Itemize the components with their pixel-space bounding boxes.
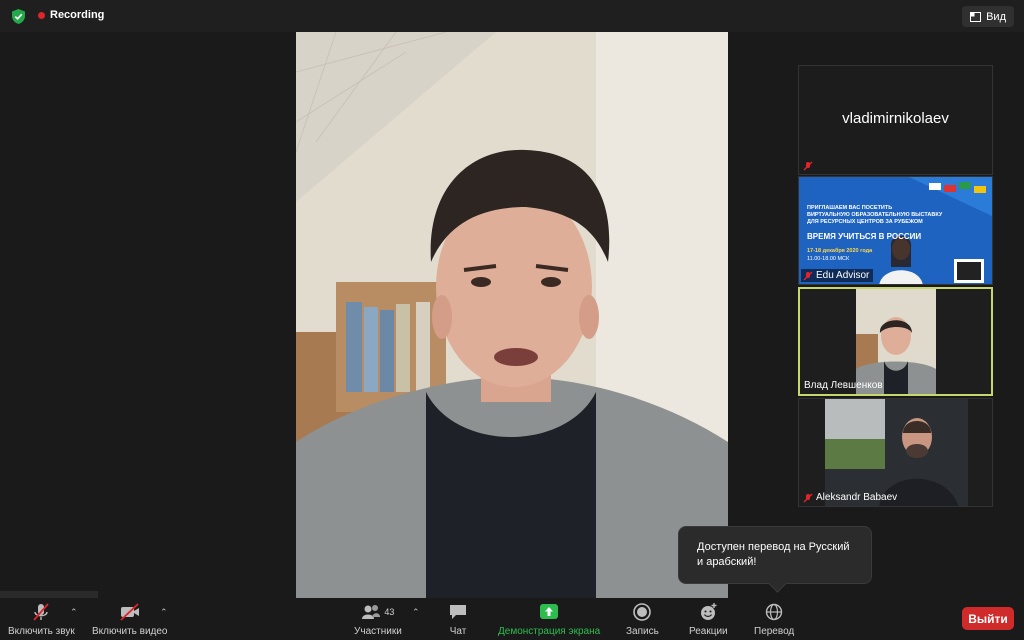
globe-icon <box>765 603 783 621</box>
participants-button[interactable]: 43 Участники <box>354 602 402 637</box>
share-screen-icon <box>540 604 559 619</box>
translation-notification-popup: Доступен перевод на Русский и арабский! <box>678 526 872 584</box>
participant-label: Влад Левшенков <box>802 379 887 392</box>
banner-headline: ВРЕМЯ УЧИТЬСЯ В РОССИИ <box>807 232 922 241</box>
muted-mic-icon <box>803 271 813 280</box>
view-label: Вид <box>986 10 1006 23</box>
banner-text: ПРИГЛАШАЕМ ВАС ПОСЕТИТЬ ВИРТУАЛЬНУЮ ОБРА… <box>807 205 947 226</box>
speaker-video-frame <box>296 32 728 598</box>
banner-line: ДЛЯ РЕСУРСНЫХ ЦЕНТРОВ ЗА РУБЕЖОМ <box>807 219 923 225</box>
zoom-meeting-window: Recording Вид vladimirnikolaev ПРИГЛАШАЕ… <box>0 0 1024 640</box>
participants-options-caret-icon[interactable]: ⌃ <box>412 607 420 618</box>
meeting-toolbar: Включить звук ⌃ Включить видео ⌃ 43 Учас… <box>0 598 1024 640</box>
record-icon <box>633 603 652 621</box>
reactions-label: Реакции <box>689 626 728 637</box>
unmute-button[interactable]: Включить звук <box>8 602 75 637</box>
participant-name: vladimirnikolaev <box>842 110 949 127</box>
banner-hours: 11.00-18.00 МСК <box>807 256 850 262</box>
participant-tile-active-speaker[interactable]: Влад Левшенков <box>798 287 993 396</box>
participant-label: Edu Advisor <box>801 269 874 282</box>
popup-text: Доступен перевод на Русский и арабский! <box>697 541 850 568</box>
muted-microphone-icon <box>33 603 50 621</box>
muted-mic-icon <box>803 161 813 171</box>
chat-button[interactable]: Чат <box>448 602 468 637</box>
main-speaker-video <box>296 32 728 598</box>
top-bar: Recording Вид <box>0 0 1024 32</box>
banner-line: ПРИГЛАШАЕМ ВАС ПОСЕТИТЬ <box>807 205 893 211</box>
recording-indicator[interactable]: Recording <box>38 9 104 21</box>
recording-label: Recording <box>50 9 105 21</box>
participant-tile[interactable]: ПРИГЛАШАЕМ ВАС ПОСЕТИТЬ ВИРТУАЛЬНУЮ ОБРА… <box>798 176 993 285</box>
chat-label: Чат <box>449 626 467 637</box>
participants-label: Участники <box>354 626 402 637</box>
participant-tile[interactable]: vladimirnikolaev <box>798 65 993 175</box>
unmute-label: Включить звук <box>8 626 75 637</box>
video-options-caret-icon[interactable]: ⌃ <box>160 607 168 618</box>
participant-name: Влад Левшенков <box>804 380 883 391</box>
participant-status <box>801 160 817 172</box>
participants-icon <box>362 605 381 619</box>
participants-count: 43 <box>384 607 395 617</box>
share-screen-button[interactable]: Демонстрация экрана <box>498 602 600 637</box>
participant-name: Edu Advisor <box>816 270 870 281</box>
start-video-button[interactable]: Включить видео <box>92 602 168 637</box>
audio-options-caret-icon[interactable]: ⌃ <box>70 607 78 618</box>
self-view-strip[interactable] <box>0 591 98 598</box>
record-label: Запись <box>626 626 659 637</box>
start-video-label: Включить видео <box>92 626 168 637</box>
recording-dot-icon <box>38 11 45 19</box>
banner-dates: 17-18 декабря 2020 года <box>807 248 873 254</box>
participant-label: Aleksandr Babaev <box>801 491 901 504</box>
grid-view-icon <box>970 11 982 22</box>
record-button[interactable]: Запись <box>626 602 659 637</box>
security-shield-icon[interactable] <box>10 8 27 25</box>
interpretation-button[interactable]: Перевод <box>754 602 794 637</box>
interpretation-label: Перевод <box>754 626 795 637</box>
reactions-smiley-icon <box>701 603 717 620</box>
muted-mic-icon <box>803 493 813 502</box>
video-off-icon <box>120 603 139 621</box>
reactions-button[interactable]: Реакции <box>689 602 728 637</box>
participant-tile[interactable]: Aleksandr Babaev <box>798 398 993 507</box>
view-button[interactable]: Вид <box>962 6 1014 27</box>
leave-meeting-button[interactable]: Выйти <box>962 607 1014 630</box>
participant-name: Aleksandr Babaev <box>816 492 898 503</box>
banner-line: ВИРТУАЛЬНУЮ ОБРАЗОВАТЕЛЬНУЮ ВЫСТАВКУ <box>807 212 943 218</box>
chat-icon <box>450 605 466 619</box>
share-screen-label: Демонстрация экрана <box>498 626 601 637</box>
